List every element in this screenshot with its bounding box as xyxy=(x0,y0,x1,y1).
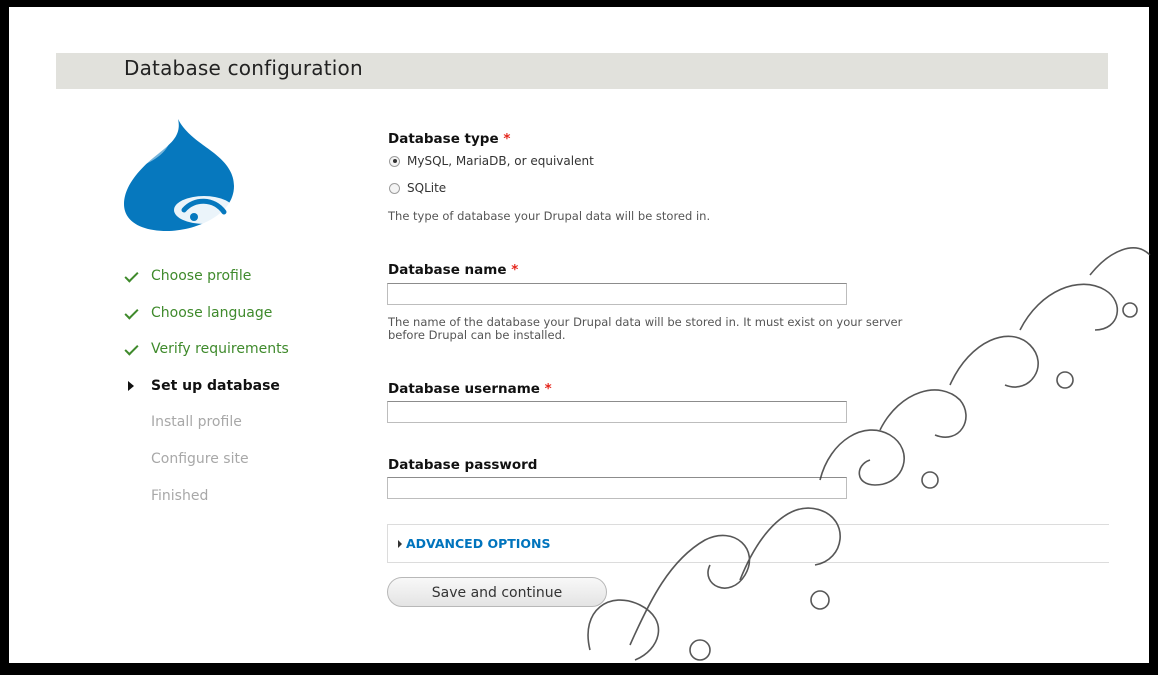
required-mark: * xyxy=(511,262,519,278)
db-name-description-line1: The name of the database your Drupal dat… xyxy=(388,315,903,329)
radio-selected-icon[interactable] xyxy=(389,155,400,167)
check-icon xyxy=(120,335,142,365)
radio-mysql-label[interactable]: MySQL, MariaDB, or equivalent xyxy=(407,154,594,168)
step-label: Choose language xyxy=(151,304,273,321)
db-type-label-text: Database type xyxy=(388,131,499,147)
triangle-right-icon[interactable] xyxy=(398,539,402,548)
drupal-logo xyxy=(124,119,234,231)
step-verify-requirements: Verify requirements xyxy=(120,335,289,372)
db-username-label: Database username * xyxy=(388,381,552,397)
radio-sqlite[interactable]: SQLite xyxy=(389,181,446,195)
required-mark: * xyxy=(544,381,552,397)
install-steps: Choose profile Choose language Verify re… xyxy=(120,262,289,518)
radio-mysql[interactable]: MySQL, MariaDB, or equivalent xyxy=(389,154,594,168)
check-icon xyxy=(120,262,142,292)
step-label: Configure site xyxy=(151,450,249,467)
step-install-profile: Install profile xyxy=(120,408,289,445)
db-name-label: Database name * xyxy=(388,262,518,278)
radio-sqlite-label[interactable]: SQLite xyxy=(407,181,446,195)
step-label: Verify requirements xyxy=(151,341,289,358)
step-label: Set up database xyxy=(151,377,280,394)
step-choose-profile: Choose profile xyxy=(120,262,289,299)
step-label: Install profile xyxy=(151,414,242,431)
radio-unselected-icon[interactable] xyxy=(389,182,400,194)
db-type-description: The type of database your Drupal data wi… xyxy=(388,209,711,223)
step-set-up-database: Set up database xyxy=(120,372,289,409)
step-label: Finished xyxy=(151,487,209,504)
db-name-input[interactable] xyxy=(387,283,847,305)
step-label: Choose profile xyxy=(151,268,252,284)
advanced-options-toggle[interactable]: ADVANCED OPTIONS xyxy=(398,536,551,551)
db-username-label-text: Database username xyxy=(388,381,540,397)
triangle-right-icon xyxy=(120,372,142,401)
drupal-nose xyxy=(190,213,198,221)
advanced-options-panel: ADVANCED OPTIONS xyxy=(387,524,1109,563)
save-and-continue-button[interactable]: Save and continue xyxy=(387,577,607,607)
db-name-description-line2: before Drupal can be installed. xyxy=(388,328,566,342)
db-name-label-text: Database name xyxy=(388,262,507,278)
db-password-input[interactable] xyxy=(387,477,847,499)
step-configure-site: Configure site xyxy=(120,445,289,482)
step-finished: Finished xyxy=(120,482,289,519)
db-type-label: Database type * xyxy=(388,131,510,147)
required-mark: * xyxy=(503,131,511,147)
check-icon xyxy=(120,299,142,329)
db-password-label: Database password xyxy=(388,457,538,473)
advanced-options-label[interactable]: ADVANCED OPTIONS xyxy=(406,536,551,551)
db-username-input[interactable] xyxy=(387,401,847,423)
step-choose-language: Choose language xyxy=(120,299,289,336)
page-header: Database configuration xyxy=(56,53,1108,89)
page-title: Database configuration xyxy=(124,56,363,80)
